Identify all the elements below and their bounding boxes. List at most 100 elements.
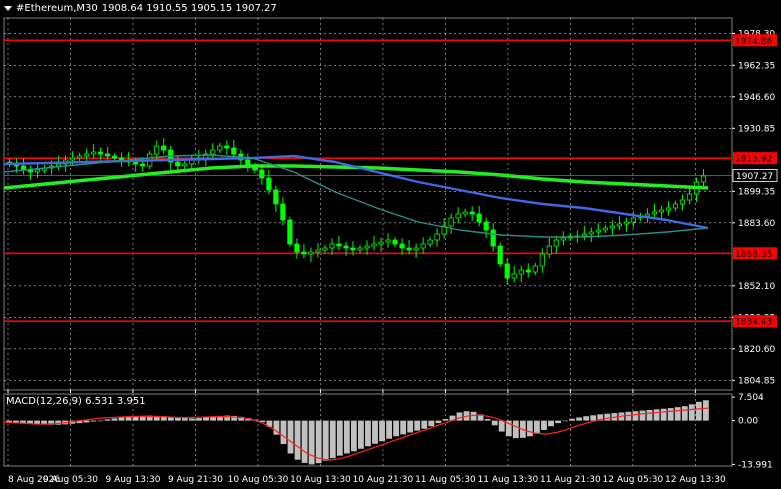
x-tick-label: 9 Aug 13:30 — [105, 475, 160, 485]
candle-body — [175, 161, 181, 167]
chart-title-bar: #Ethereum,M30 1908.64 1910.55 1905.15 19… — [4, 3, 277, 14]
candle — [196, 150, 202, 165]
x-tick-label: 11 Aug 05:30 — [415, 475, 476, 485]
candle — [469, 206, 475, 221]
candle — [27, 165, 34, 180]
macd-histogram-bar — [688, 404, 695, 421]
candle-body — [392, 239, 398, 245]
macd-histogram-bar — [695, 401, 702, 421]
candle-body — [497, 245, 503, 265]
y-tick-label: 1820.60 — [738, 345, 775, 355]
macd-histogram-bar — [526, 420, 533, 437]
candle — [392, 236, 398, 248]
moving-average-slow — [3, 164, 709, 190]
candle-body — [336, 243, 342, 247]
candle-body — [210, 149, 216, 155]
candle-body — [343, 245, 349, 249]
candle-body — [448, 217, 454, 227]
candle-body — [140, 163, 146, 167]
candle — [105, 147, 111, 162]
candle — [119, 152, 125, 167]
candle-body — [315, 249, 321, 253]
candle — [308, 247, 314, 262]
candle — [224, 140, 230, 155]
macd-histogram-bar — [646, 409, 653, 421]
candle-body — [371, 243, 377, 247]
macd-histogram-bar — [322, 420, 329, 461]
candle — [448, 213, 454, 234]
candle — [112, 152, 118, 162]
candle-body — [77, 155, 83, 159]
candle — [41, 164, 48, 174]
candle-body — [119, 157, 125, 161]
macd-histogram-bar — [336, 420, 343, 456]
candle — [168, 145, 174, 170]
macd-histogram-bar — [400, 420, 407, 435]
candle — [161, 138, 167, 155]
macd-histogram-bar — [421, 420, 428, 429]
candle-body — [84, 153, 90, 157]
candle — [504, 258, 510, 285]
macd-histogram-bar — [498, 420, 505, 432]
candle-body — [679, 199, 686, 205]
candle-body — [476, 213, 482, 223]
candle-body — [182, 163, 188, 167]
macd-histogram-bar — [97, 420, 104, 422]
y-tick-label: 1804.85 — [738, 376, 775, 386]
candle-body — [385, 239, 391, 243]
candle-body — [595, 229, 601, 233]
candle-body — [133, 161, 139, 165]
candle-body — [399, 243, 405, 249]
candle — [476, 206, 482, 227]
candle — [602, 224, 608, 234]
macd-histogram-bar — [548, 420, 554, 427]
candle-body — [427, 239, 433, 245]
x-tick-label: 11 Aug 13:30 — [478, 475, 539, 485]
macd-tick-label: -13.991 — [738, 460, 773, 470]
macd-tick-label: 7.504 — [738, 393, 764, 403]
candle — [427, 236, 433, 248]
candle — [98, 147, 104, 162]
candle-body — [560, 237, 566, 241]
triangle-down-icon[interactable] — [4, 6, 12, 11]
candle — [336, 236, 342, 251]
candle — [553, 235, 559, 254]
ohlc-values: 1908.64 1910.55 1905.15 1907.27 — [101, 3, 277, 14]
candle — [399, 238, 405, 255]
macd-histogram-bar — [674, 407, 681, 421]
x-tick-label: 10 Aug 05:30 — [228, 475, 289, 485]
macd-histogram-bar — [386, 420, 392, 439]
macd-histogram-bar — [660, 408, 667, 421]
macd-histogram-bar — [681, 406, 688, 421]
candle-body — [105, 153, 111, 157]
candle — [539, 248, 545, 273]
candle — [455, 207, 461, 224]
candle — [693, 177, 700, 202]
candle-body — [112, 155, 118, 159]
candle-body — [259, 169, 265, 179]
macd-histogram-bar — [196, 418, 202, 421]
macd-histogram-bar — [407, 420, 414, 433]
candle-body — [27, 169, 34, 173]
candle-body — [525, 269, 531, 273]
candle — [434, 228, 440, 247]
candle — [315, 243, 321, 258]
macd-histogram-bar — [308, 420, 315, 465]
candle-body — [34, 169, 41, 173]
candle — [413, 243, 419, 258]
macd-histogram-bar — [569, 418, 576, 421]
candle-body — [462, 211, 468, 215]
macd-histogram-bar — [189, 418, 195, 421]
candle-body — [504, 263, 510, 279]
price-level-label: 1868.35 — [735, 250, 772, 260]
macd-histogram-bar — [393, 420, 400, 437]
candle — [91, 144, 97, 159]
candle-body — [658, 209, 665, 213]
price-chart[interactable]: 8 Aug 20269 Aug 05:30 9 Aug 13:30 9 Aug 21… — [0, 0, 781, 489]
macd-histogram-bar — [414, 420, 421, 431]
candle-body — [469, 211, 475, 215]
candle — [203, 149, 209, 166]
macd-histogram-bar — [442, 419, 449, 421]
macd-histogram-bar — [301, 420, 308, 463]
candle — [301, 244, 307, 259]
